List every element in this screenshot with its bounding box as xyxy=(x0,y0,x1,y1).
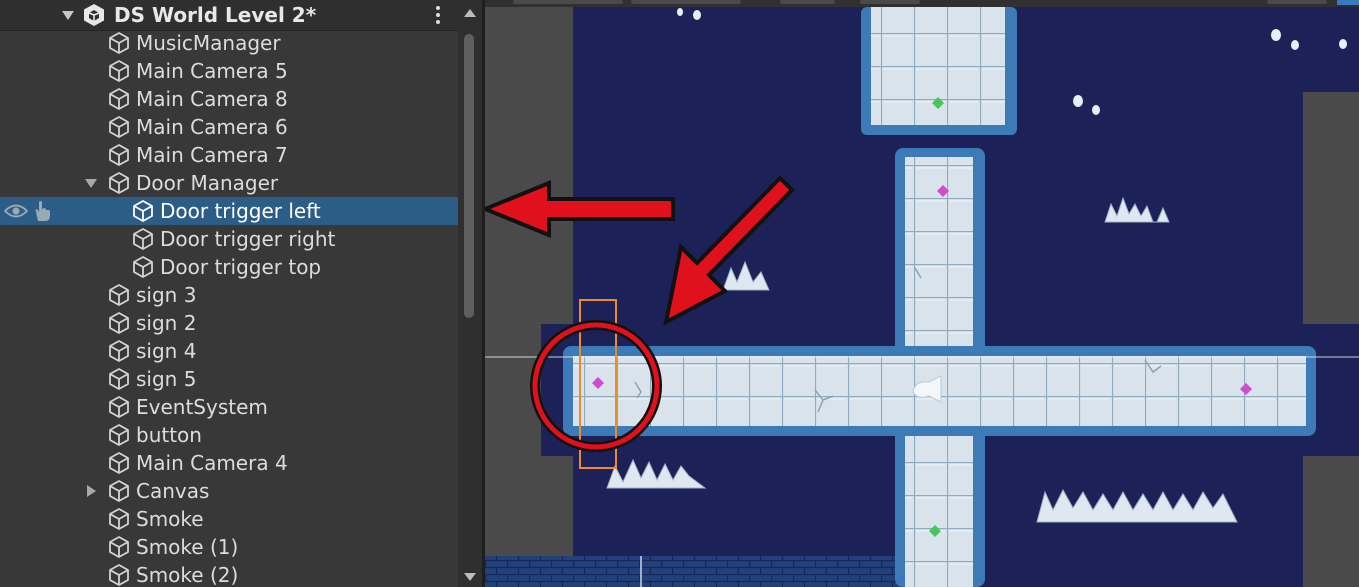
hierarchy-item-label: sign 4 xyxy=(136,339,197,363)
toolbar-control[interactable] xyxy=(860,0,920,4)
hierarchy-item-label: Main Camera 8 xyxy=(136,87,288,111)
gameobject-cube-icon xyxy=(109,536,129,558)
hierarchy-item-smoke[interactable]: Smoke xyxy=(0,505,458,533)
hierarchy-item-label: MusicManager xyxy=(136,31,281,55)
scene-view[interactable] xyxy=(485,0,1359,587)
gameobject-cube-icon xyxy=(109,60,129,82)
hierarchy-item-label: Door trigger left xyxy=(160,199,321,223)
hierarchy-scrollbar[interactable] xyxy=(458,0,482,587)
gameobject-cube-icon xyxy=(109,396,129,418)
hand-icon[interactable] xyxy=(32,200,52,222)
hierarchy-item-door-manager[interactable]: Door Manager xyxy=(0,169,458,197)
unity-logo-icon xyxy=(84,4,104,26)
hierarchy-item-sign-2[interactable]: sign 2 xyxy=(0,309,458,337)
hierarchy-item-label: Door trigger top xyxy=(160,255,322,279)
gameobject-cube-icon xyxy=(133,200,153,222)
hierarchy-item-sign-4[interactable]: sign 4 xyxy=(0,337,458,365)
gameobject-cube-icon xyxy=(109,88,129,110)
gameobject-cube-icon xyxy=(109,116,129,138)
scene-empty-area xyxy=(1303,92,1359,324)
hierarchy-item-label: Door trigger right xyxy=(160,227,336,251)
foldout-collapsed-icon[interactable] xyxy=(83,483,99,499)
hierarchy-item-smoke-1[interactable]: Smoke (1) xyxy=(0,533,458,561)
gameobject-cube-icon xyxy=(109,340,129,362)
toolbar-control[interactable] xyxy=(780,0,835,4)
scene-header-row[interactable]: DS World Level 2* xyxy=(0,0,458,31)
hierarchy-item-main-camera-7[interactable]: Main Camera 7 xyxy=(0,141,458,169)
scene-empty-area xyxy=(1303,456,1359,587)
hierarchy-item-label: Smoke (1) xyxy=(136,535,239,559)
hierarchy-item-button[interactable]: button xyxy=(0,421,458,449)
gameobject-cube-icon xyxy=(109,424,129,446)
hierarchy-item-sign-3[interactable]: sign 3 xyxy=(0,281,458,309)
hierarchy-item-label: Canvas xyxy=(136,479,210,503)
hierarchy-item-label: sign 3 xyxy=(136,283,197,307)
hierarchy-item-label: Main Camera 5 xyxy=(136,59,288,83)
toolbar-control[interactable] xyxy=(1267,0,1327,4)
scene-name: DS World Level 2* xyxy=(114,3,317,27)
gameobject-cube-icon xyxy=(109,172,129,194)
gameobject-cube-icon xyxy=(109,32,129,54)
hierarchy-item-canvas[interactable]: Canvas xyxy=(0,477,458,505)
brick-wall xyxy=(485,556,905,587)
scene-canvas[interactable] xyxy=(485,0,1359,587)
hierarchy-item-label: sign 2 xyxy=(136,311,197,335)
kebab-menu-icon[interactable] xyxy=(436,6,440,24)
gameobject-cube-icon xyxy=(109,368,129,390)
scroll-down-arrow-icon[interactable] xyxy=(463,572,477,582)
toolbar-active-toggle[interactable] xyxy=(1337,0,1359,5)
hierarchy-item-label: Door Manager xyxy=(136,171,279,195)
toolbar-control[interactable] xyxy=(513,0,623,4)
gameobject-cube-icon xyxy=(109,284,129,306)
hierarchy-item-label: button xyxy=(136,423,202,447)
hierarchy-item-label: Smoke (2) xyxy=(136,563,239,587)
hierarchy-item-door-trigger-top[interactable]: Door trigger top xyxy=(0,253,458,281)
gameobject-cube-icon xyxy=(109,452,129,474)
hierarchy-item-label: Main Camera 4 xyxy=(136,451,288,475)
hierarchy-item-label: Main Camera 7 xyxy=(136,143,288,167)
hierarchy-item-main-camera-4[interactable]: Main Camera 4 xyxy=(0,449,458,477)
hierarchy-item-door-trigger-right[interactable]: Door trigger right xyxy=(0,225,458,253)
foldout-expanded-icon[interactable] xyxy=(83,175,99,191)
hierarchy-item-eventsystem[interactable]: EventSystem xyxy=(0,393,458,421)
hierarchy-panel: DS World Level 2* MusicManager Main Came… xyxy=(0,0,482,587)
scrollbar-thumb[interactable] xyxy=(464,34,474,318)
hierarchy-item-label: EventSystem xyxy=(136,395,268,419)
hierarchy-item-sign-5[interactable]: sign 5 xyxy=(0,365,458,393)
foldout-expanded-icon[interactable] xyxy=(60,7,76,23)
hierarchy-item-musicmanager[interactable]: MusicManager xyxy=(0,29,458,57)
hierarchy-item-main-camera-5[interactable]: Main Camera 5 xyxy=(0,57,458,85)
gameobject-cube-icon xyxy=(109,144,129,166)
hierarchy-item-smoke-2[interactable]: Smoke (2) xyxy=(0,561,458,587)
hierarchy-item-label: sign 5 xyxy=(136,367,197,391)
toolbar-control[interactable] xyxy=(631,0,741,4)
gameobject-cube-icon xyxy=(109,480,129,502)
gameobject-cube-icon xyxy=(109,564,129,586)
hierarchy-item-main-camera-6[interactable]: Main Camera 6 xyxy=(0,113,458,141)
gameobject-cube-icon xyxy=(133,228,153,250)
hierarchy-item-main-camera-8[interactable]: Main Camera 8 xyxy=(0,85,458,113)
hierarchy-item-label: Main Camera 6 xyxy=(136,115,288,139)
gameobject-cube-icon xyxy=(109,312,129,334)
scroll-up-arrow-icon[interactable] xyxy=(463,8,477,18)
hierarchy-item-door-trigger-left[interactable]: Door trigger left xyxy=(0,197,458,225)
hierarchy-item-label: Smoke xyxy=(136,507,204,531)
gameobject-cube-icon xyxy=(109,508,129,530)
eye-icon[interactable] xyxy=(4,202,28,220)
gameobject-cube-icon xyxy=(133,256,153,278)
